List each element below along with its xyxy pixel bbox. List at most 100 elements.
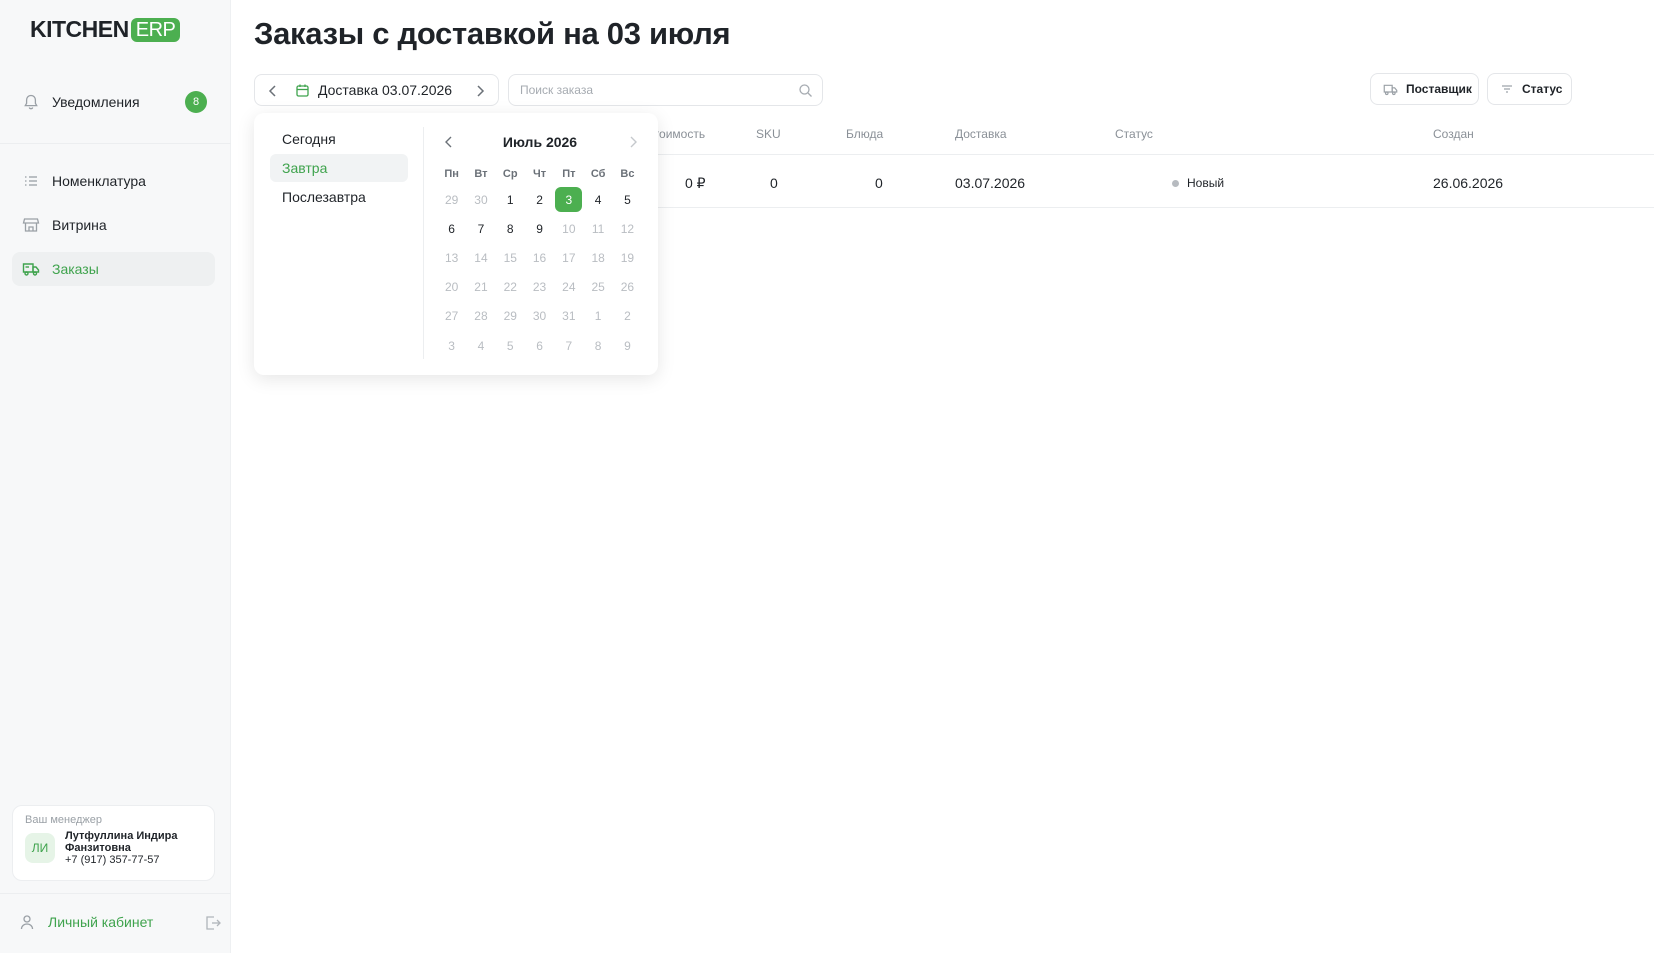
manager-name: Лутфуллина Индира (65, 830, 178, 842)
chevron-right-icon[interactable] (626, 135, 640, 154)
calendar-month-label: Июль 2026 (502, 134, 578, 150)
column-header-created[interactable]: Создан (1433, 127, 1474, 141)
avatar: ЛИ (25, 833, 55, 863)
order-search (508, 74, 823, 106)
calendar-day: 19 (620, 250, 635, 265)
calendar-day: 29 (503, 309, 517, 324)
status-dot-icon (1172, 179, 1179, 187)
date-picker-popup: Сегодня Завтра Послезавтра Июль 2026 Пн В… (254, 113, 658, 375)
calendar-day: 7 (565, 338, 573, 353)
search-input[interactable] (509, 75, 779, 105)
manager-card: Ваш менеджер ЛИ Лутфуллина Индира Фанзит… (12, 805, 215, 881)
weekday-header: Вт (474, 168, 488, 180)
calendar-day: 4 (477, 338, 485, 353)
calendar-grid: Пн Вт Ср Чт Пт Сб Вс 29 30 1 2 3 4 5 6 7 8 9 10 11 12 13 14 15 1… (437, 163, 642, 360)
calendar-day[interactable]: 2 (525, 185, 554, 214)
sidebar-item-notifications[interactable]: Уведомления 8 (12, 84, 215, 120)
sidebar-item-label: Номенклатура (52, 173, 146, 189)
sidebar: KITCHEN ERP Уведомления 8 Номенклатура В… (0, 0, 231, 953)
calendar-day[interactable]: 5 (613, 185, 642, 214)
calendar-day[interactable]: 1 (496, 185, 525, 214)
divider (423, 127, 424, 359)
calendar-day: 30 (474, 192, 488, 207)
brand-name: KITCHEN (30, 16, 129, 42)
weekday-header: Вс (620, 168, 635, 180)
sidebar-item-showcase[interactable]: Витрина (12, 208, 215, 242)
cabinet-label: Личный кабинет (48, 914, 154, 930)
calendar-day: 23 (532, 280, 547, 295)
quick-date-list: Сегодня Завтра Послезавтра (270, 125, 408, 212)
store-icon (22, 216, 40, 234)
cell-delivery: 03.07.2026 (955, 175, 1026, 191)
weekday-header: Сб (590, 168, 606, 180)
calendar-day: 25 (591, 280, 605, 295)
calendar-day: 6 (536, 338, 543, 353)
status-label: Новый (1187, 176, 1225, 190)
calendar-day: 15 (503, 250, 517, 265)
search-icon[interactable] (798, 83, 813, 103)
cell-sku: 0 (770, 175, 778, 191)
calendar-day: 20 (444, 280, 459, 295)
supplier-button-label: Поставщик (1406, 82, 1472, 96)
calendar-day: 12 (620, 221, 635, 236)
calendar-header: Июль 2026 (436, 133, 644, 153)
divider (0, 893, 231, 894)
calendar-day: 16 (532, 250, 547, 265)
column-header-sku[interactable]: SKU (756, 127, 781, 141)
status-filter-button[interactable]: Статус (1487, 73, 1572, 105)
delivery-date-label[interactable]: Доставка 03.07.2026 (318, 82, 452, 98)
weekday-header: Пт (562, 168, 576, 180)
chevron-left-icon[interactable] (265, 83, 281, 104)
weekday-header: Чт (532, 168, 547, 180)
calendar-day[interactable]: 6 (437, 214, 466, 243)
calendar-day: 29 (444, 192, 459, 207)
delivery-date-picker[interactable]: Доставка 03.07.2026 (254, 74, 499, 106)
status-button-label: Статус (1522, 82, 1563, 96)
quick-date-today[interactable]: Сегодня (270, 125, 408, 153)
column-header-delivery[interactable]: Доставка (955, 127, 1007, 141)
sidebar-item-label: Витрина (52, 217, 107, 233)
column-header-dishes[interactable]: Блюда (846, 127, 883, 141)
logout-icon[interactable] (204, 914, 222, 935)
chevron-right-icon[interactable] (472, 83, 488, 104)
calendar-day: 11 (591, 221, 605, 236)
brand-logo[interactable]: KITCHEN ERP (30, 16, 181, 43)
weekday-header: Пн (444, 168, 459, 180)
calendar-day[interactable]: 8 (496, 214, 525, 243)
calendar-icon (295, 83, 310, 103)
filter-icon (1500, 82, 1514, 96)
column-header-status[interactable]: Статус (1115, 127, 1153, 141)
calendar-day: 21 (474, 280, 488, 295)
divider (0, 143, 231, 144)
user-icon (18, 913, 36, 931)
calendar-day[interactable]: 4 (583, 185, 612, 214)
personal-cabinet-link[interactable]: Личный кабинет (12, 908, 222, 936)
supplier-filter-button[interactable]: Поставщик (1370, 73, 1479, 105)
calendar-day: 24 (562, 280, 576, 295)
calendar-day: 18 (591, 250, 605, 265)
truck-icon (22, 260, 40, 278)
calendar-day[interactable]: 7 (466, 214, 495, 243)
manager-patronymic: Фанзитовна (65, 842, 131, 854)
manager-phone[interactable]: +7 (917) 357-77-57 (65, 854, 178, 866)
cell-cost: 0 ₽ (685, 175, 706, 191)
app: KITCHEN ERP Уведомления 8 Номенклатура В… (0, 0, 1680, 953)
quick-date-day-after-tomorrow[interactable]: Послезавтра (270, 183, 408, 211)
calendar-day: 31 (562, 309, 576, 324)
calendar-day: 14 (474, 250, 488, 265)
brand-suffix: ERP (130, 17, 181, 42)
sidebar-item-orders[interactable]: Заказы (12, 252, 215, 286)
status-badge: Новый (1172, 176, 1224, 190)
calendar-day[interactable]: 9 (525, 214, 554, 243)
calendar-day: 10 (562, 221, 576, 236)
sidebar-item-nomenclature[interactable]: Номенклатура (12, 164, 215, 198)
cell-created: 26.06.2026 (1433, 175, 1504, 191)
notifications-count-badge: 8 (185, 91, 207, 113)
weekday-header: Ср (502, 168, 518, 180)
quick-date-tomorrow[interactable]: Завтра (270, 154, 408, 182)
calendar-day: 17 (562, 250, 576, 265)
cell-dishes: 0 (875, 175, 883, 191)
calendar-day-selected[interactable]: 3 (554, 185, 583, 214)
truck-icon (1383, 82, 1398, 97)
calendar-day: 13 (444, 250, 459, 265)
